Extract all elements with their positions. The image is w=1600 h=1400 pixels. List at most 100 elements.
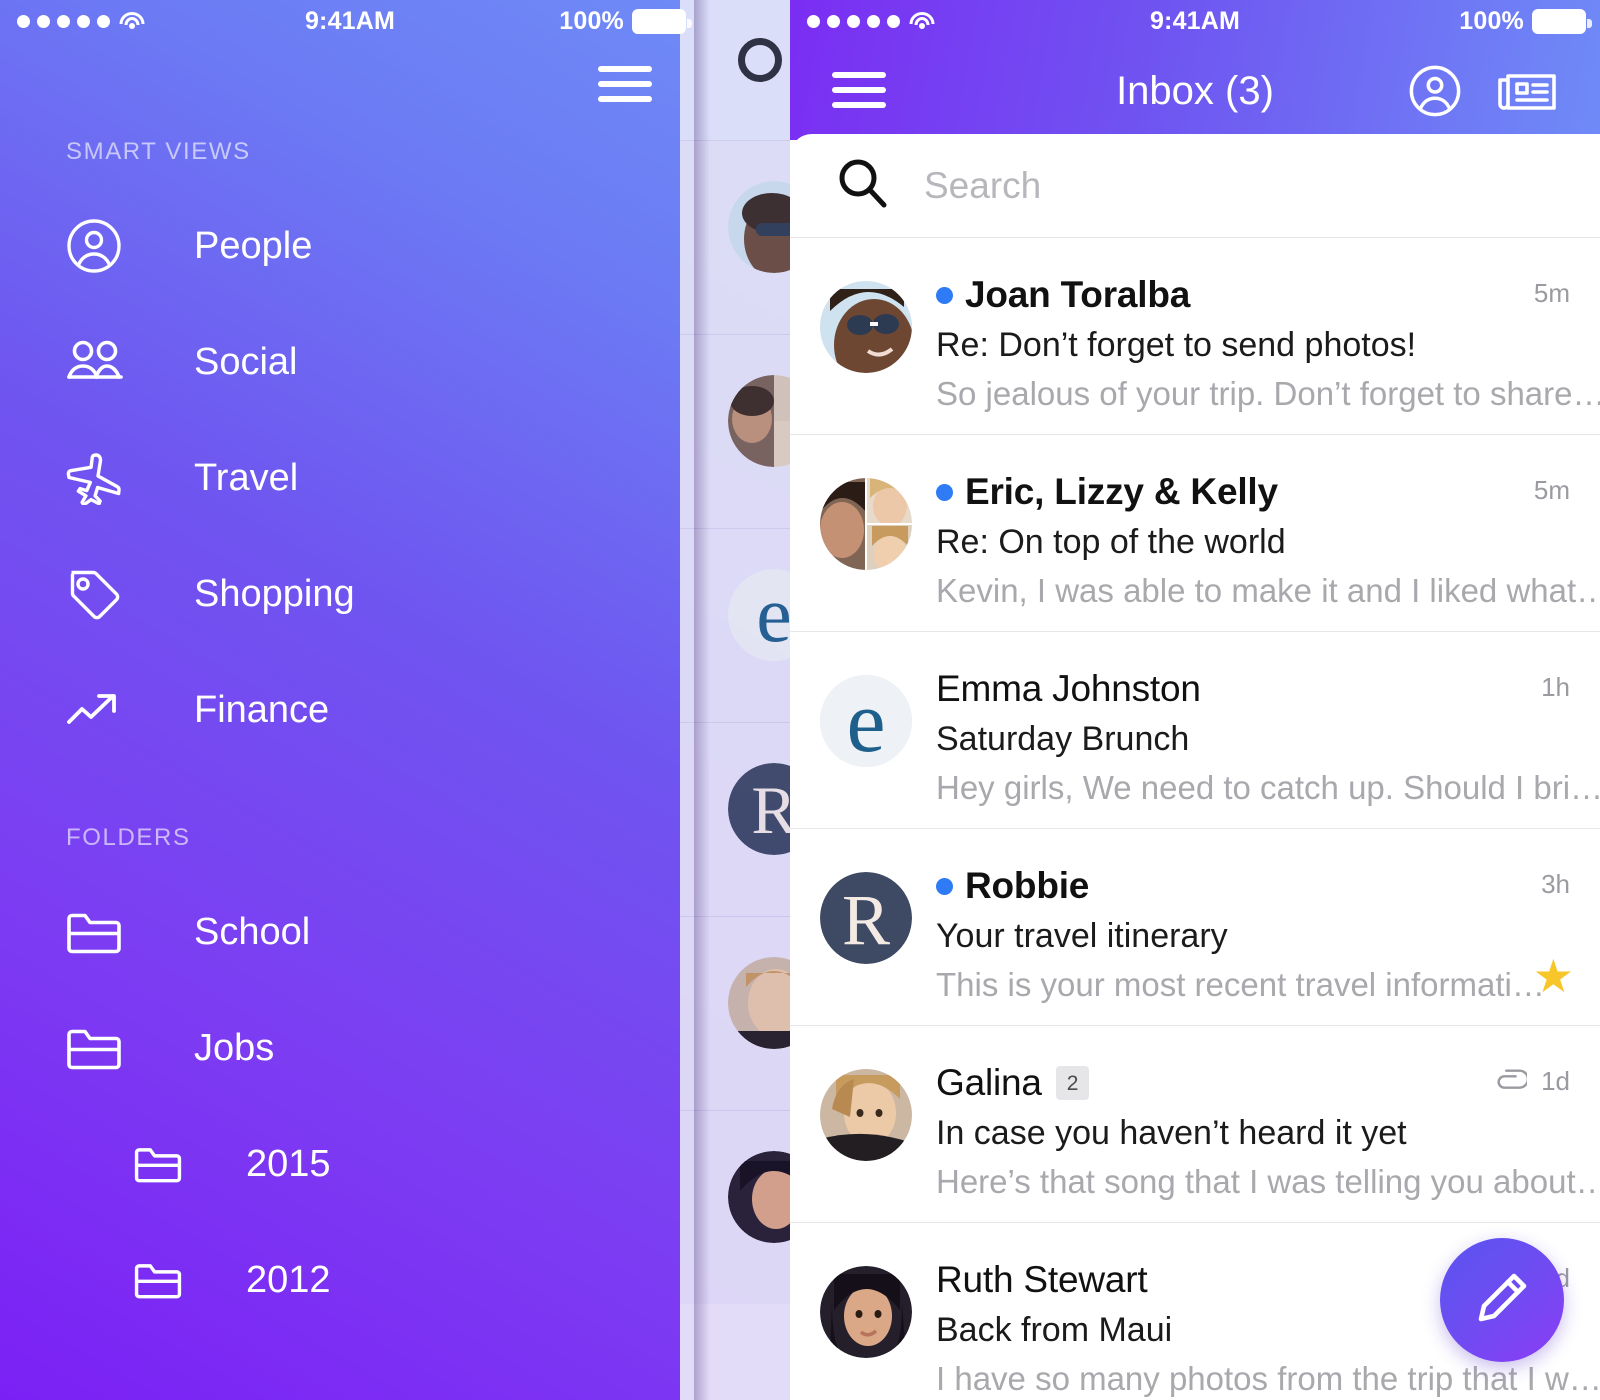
svg-text:R: R bbox=[842, 880, 890, 960]
avatar bbox=[820, 1069, 912, 1161]
sidebar-item-social[interactable]: Social bbox=[0, 304, 700, 420]
battery-full-icon bbox=[1532, 8, 1592, 34]
email-preview: Hey girls, We need to catch up. Should I… bbox=[936, 769, 1600, 806]
sidebar-item-travel[interactable]: Travel bbox=[0, 420, 700, 536]
email-content: Joan Toralba Re: Don’t forget to send ph… bbox=[912, 238, 1600, 434]
email-preview: This is your most recent travel informat… bbox=[936, 966, 1545, 1003]
status-bar-left: 9:41AM 100% bbox=[0, 0, 700, 42]
right-screen-inbox: 9:41AM 100% Inbox (3) Search Joan Toralb… bbox=[790, 0, 1600, 1400]
email-content: Emma Johnston Saturday Brunch Hey girls,… bbox=[912, 632, 1600, 828]
search-icon bbox=[738, 38, 782, 82]
unread-dot-icon bbox=[936, 483, 953, 501]
avatar bbox=[820, 478, 912, 570]
unread-dot-icon bbox=[936, 877, 953, 895]
email-list-item[interactable]: Joan Toralba Re: Don’t forget to send ph… bbox=[790, 238, 1600, 435]
email-subject: Your travel itinerary bbox=[936, 917, 1228, 955]
dual-screen-mockup: e R 9:41AM 100% SMART VIEWS People Socia… bbox=[0, 0, 1600, 1400]
avatar bbox=[728, 957, 790, 1049]
sidebar-item-label: School bbox=[194, 910, 311, 953]
attachment-paperclip-icon bbox=[1493, 1068, 1528, 1095]
drawer-shadow bbox=[694, 0, 710, 1400]
sidebar-item-school[interactable]: School bbox=[0, 874, 700, 990]
unread-dot-icon bbox=[936, 286, 953, 304]
email-sender: Galina bbox=[936, 1062, 1042, 1103]
avatar bbox=[728, 181, 790, 273]
airplane-icon bbox=[66, 450, 128, 506]
email-content: Eric, Lizzy & Kelly Re: On top of the wo… bbox=[912, 435, 1600, 631]
pencil-compose-icon bbox=[1470, 1266, 1534, 1335]
price-tag-icon bbox=[66, 566, 128, 622]
email-content: Galina 2 In case you haven’t heard it ye… bbox=[912, 1026, 1600, 1222]
avatar: R bbox=[728, 763, 790, 855]
sidebar-item-people[interactable]: People bbox=[0, 188, 700, 304]
folder-icon bbox=[66, 904, 128, 960]
sidebar-item-2012[interactable]: 2012 bbox=[0, 1222, 700, 1338]
person-circle-icon bbox=[66, 218, 128, 274]
sidebar-item-label: Finance bbox=[194, 688, 330, 731]
status-bar-time: 9:41AM bbox=[304, 6, 396, 35]
email-list: Joan Toralba Re: Don’t forget to send ph… bbox=[790, 238, 1600, 1400]
avatar bbox=[728, 375, 790, 467]
email-list-item[interactable]: e Emma Johnston Saturday Brunch Hey girl… bbox=[790, 632, 1600, 829]
email-subject: Re: On top of the world bbox=[936, 523, 1286, 561]
section-title-smart-views: SMART VIEWS bbox=[66, 138, 251, 165]
sidebar-item-finance[interactable]: Finance bbox=[0, 652, 700, 768]
svg-text:e: e bbox=[846, 675, 885, 767]
email-timestamp: 1d bbox=[1541, 1066, 1570, 1096]
inbox-header: 9:41AM 100% Inbox (3) bbox=[790, 0, 1600, 140]
folder-icon bbox=[134, 1252, 186, 1308]
email-preview: Here’s that song that I was telling you … bbox=[936, 1163, 1600, 1200]
email-preview: I have so many photos from the trip that… bbox=[936, 1360, 1600, 1397]
email-timestamp: 3h bbox=[1541, 869, 1570, 899]
email-list-item[interactable]: R Robbie Your travel itinerary This is y… bbox=[790, 829, 1600, 1026]
email-content: Robbie Your travel itinerary This is you… bbox=[912, 829, 1600, 1025]
folder-icon bbox=[134, 1136, 186, 1192]
email-sender-line: Joan Toralba bbox=[936, 274, 1600, 316]
smart-views-section: SMART VIEWS People Social Travel Shoppin… bbox=[0, 138, 700, 768]
toolbar-actions bbox=[1408, 64, 1600, 118]
email-list-item[interactable]: Eric, Lizzy & Kelly Re: On top of the wo… bbox=[790, 435, 1600, 632]
sidebar-item-shopping[interactable]: Shopping bbox=[0, 536, 700, 652]
left-screen-navigation-drawer: e R 9:41AM 100% SMART VIEWS People Socia… bbox=[0, 0, 790, 1400]
people-group-icon bbox=[66, 334, 128, 390]
battery-full-icon bbox=[632, 8, 692, 34]
email-meta: 5m bbox=[1534, 475, 1570, 506]
compose-button[interactable] bbox=[1440, 1238, 1564, 1362]
star-icon[interactable]: ★ bbox=[1533, 953, 1574, 999]
sidebar-item-label: Social bbox=[194, 340, 298, 383]
trend-up-arrow-icon bbox=[66, 682, 128, 738]
sidebar-item-jobs[interactable]: Jobs bbox=[0, 990, 700, 1106]
email-meta: 5m bbox=[1534, 278, 1570, 309]
email-sender-line: Eric, Lizzy & Kelly bbox=[936, 471, 1600, 513]
email-subject: Saturday Brunch bbox=[936, 720, 1190, 758]
email-sender-line: Robbie bbox=[936, 865, 1600, 907]
sidebar-item-2015[interactable]: 2015 bbox=[0, 1106, 700, 1222]
search-bar[interactable] bbox=[790, 134, 1600, 238]
email-timestamp: 1h bbox=[1541, 672, 1570, 702]
inbox-toolbar: Inbox (3) bbox=[790, 42, 1600, 140]
email-sender: Robbie bbox=[965, 865, 1090, 906]
avatar: R bbox=[820, 872, 912, 964]
email-meta: 1h bbox=[1541, 672, 1570, 703]
email-sender: Emma Johnston bbox=[936, 668, 1201, 709]
sidebar-item-label: Shopping bbox=[194, 572, 355, 615]
search-input[interactable] bbox=[924, 164, 1444, 207]
hamburger-menu-icon[interactable] bbox=[832, 72, 886, 110]
avatar: e bbox=[728, 569, 790, 661]
avatar bbox=[728, 1151, 790, 1243]
sidebar-item-label: 2015 bbox=[246, 1142, 331, 1185]
sidebar-item-label: Travel bbox=[194, 456, 299, 499]
email-list-item[interactable]: Galina 2 In case you haven’t heard it ye… bbox=[790, 1026, 1600, 1223]
hamburger-menu-icon[interactable] bbox=[598, 66, 652, 104]
avatar bbox=[820, 281, 912, 373]
person-circle-icon[interactable] bbox=[1408, 64, 1462, 118]
search-icon bbox=[836, 157, 888, 214]
thread-count-badge: 2 bbox=[1055, 1066, 1090, 1100]
navigation-drawer: 9:41AM 100% SMART VIEWS People Social Tr… bbox=[0, 0, 700, 1400]
news-card-icon[interactable] bbox=[1496, 66, 1558, 116]
svg-text:R: R bbox=[751, 772, 790, 848]
email-sender: Ruth Stewart bbox=[936, 1259, 1148, 1300]
avatar: e bbox=[820, 675, 912, 767]
email-sender: Eric, Lizzy & Kelly bbox=[965, 471, 1278, 512]
status-bar-right: 9:41AM 100% bbox=[790, 0, 1600, 42]
